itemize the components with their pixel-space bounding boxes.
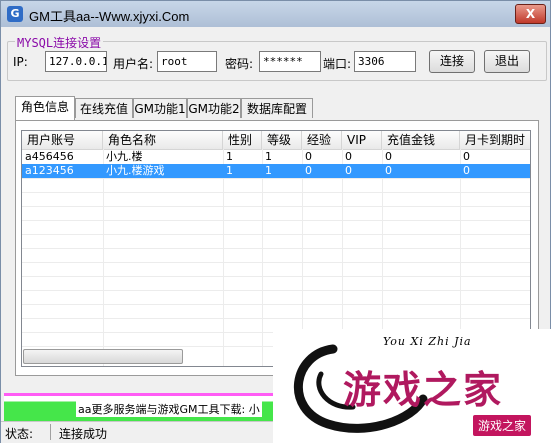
cell-vip: 0 [345, 150, 352, 163]
cell-experience: 0 [305, 150, 312, 163]
cell-character-name: 小九.楼 [106, 150, 143, 163]
grid-line [22, 276, 530, 277]
grid-line [22, 206, 530, 207]
password-label: 密码: [225, 57, 254, 71]
watermark-badge: 游戏之家 [473, 415, 532, 436]
column-header-level[interactable]: 等级 [262, 131, 302, 149]
column-header-monthly-card[interactable]: 月卡到期时 [460, 131, 530, 149]
table-row-selected[interactable]: a123456 小九.楼游戏 1 1 0 0 0 0 [22, 164, 530, 178]
grid-line [22, 220, 530, 221]
grid-line [22, 262, 530, 263]
window-title: GM工具aa--Www.xjyxi.Com [29, 9, 190, 24]
status-label: 状态: [5, 427, 34, 441]
ip-field[interactable]: 127.0.0.1 [45, 51, 107, 72]
scrollbar-thumb[interactable] [23, 349, 183, 364]
grid-line [22, 234, 530, 235]
grid-line [22, 178, 530, 179]
column-header-vip[interactable]: VIP [342, 131, 382, 149]
cell-level: 1 [265, 164, 272, 177]
column-header-gender[interactable]: 性别 [223, 131, 262, 149]
cell-vip: 0 [345, 164, 352, 177]
ip-label: IP: [13, 55, 28, 69]
username-field[interactable]: root [157, 51, 217, 72]
status-divider [50, 424, 51, 440]
exit-button[interactable]: 退出 [484, 50, 530, 73]
grid-line [22, 192, 530, 193]
title-bar[interactable]: G GM工具aa--Www.xjyxi.Com X [1, 1, 550, 27]
cell-account: a123456 [25, 164, 74, 177]
tab-character-info[interactable]: 角色信息 [15, 96, 75, 120]
cell-monthly-card: 0 [463, 164, 470, 177]
column-header-account[interactable]: 用户账号 [22, 131, 103, 149]
connect-button[interactable]: 连接 [429, 50, 475, 73]
grid-line [22, 248, 530, 249]
tab-online-recharge[interactable]: 在线充值 [75, 98, 133, 118]
promo-banner[interactable]: aa更多服务端与游戏GM工具下载: 小 [4, 393, 274, 421]
cell-level: 1 [265, 150, 272, 163]
grid-line [262, 149, 263, 366]
cell-monthly-card: 0 [463, 150, 470, 163]
grid-line [22, 304, 530, 305]
column-header-experience[interactable]: 经验 [302, 131, 342, 149]
port-label: 端口: [323, 57, 352, 71]
cell-gender: 1 [226, 150, 233, 163]
app-icon: G [7, 6, 23, 22]
app-window: G GM工具aa--Www.xjyxi.Com X MYSQL连接设置 IP: … [0, 0, 551, 444]
watermark-logo-text: 游戏之家 [343, 367, 504, 412]
cell-gender: 1 [226, 164, 233, 177]
horizontal-scrollbar[interactable] [23, 349, 263, 365]
username-label: 用户名: [113, 57, 154, 71]
column-header-character-name[interactable]: 角色名称 [103, 131, 223, 149]
column-header-recharge[interactable]: 充值金钱 [382, 131, 460, 149]
watermark-tagline: You Xi Zhi Jia [383, 335, 472, 348]
tab-database-config[interactable]: 数据库配置 [241, 98, 313, 118]
grid-line [103, 149, 104, 366]
grid-line [22, 290, 530, 291]
status-value: 连接成功 [59, 427, 108, 441]
cell-recharge: 0 [385, 150, 392, 163]
cell-character-name: 小九.楼游戏 [106, 164, 165, 177]
port-field[interactable]: 3306 [354, 51, 416, 72]
cell-recharge: 0 [385, 164, 392, 177]
site-watermark: You Xi Zhi Jia 游戏之家 游戏之家 [273, 329, 551, 444]
close-button[interactable]: X [515, 4, 546, 24]
table-row[interactable]: a456456 小九.楼 1 1 0 0 0 0 [22, 150, 530, 164]
grid-line [223, 149, 224, 366]
cell-account: a456456 [25, 150, 74, 163]
grid-line [22, 318, 530, 319]
tab-gm-function-1[interactable]: GM功能1 [133, 98, 187, 118]
mysql-group-label: MYSQL连接设置 [15, 34, 104, 51]
banner-text: aa更多服务端与游戏GM工具下载: 小 [76, 401, 262, 417]
tab-gm-function-2[interactable]: GM功能2 [187, 98, 241, 118]
password-field[interactable]: ****** [259, 51, 321, 72]
table-header: 用户账号 角色名称 性别 等级 经验 VIP 充值金钱 月卡到期时 [22, 131, 530, 150]
cell-experience: 0 [305, 164, 312, 177]
